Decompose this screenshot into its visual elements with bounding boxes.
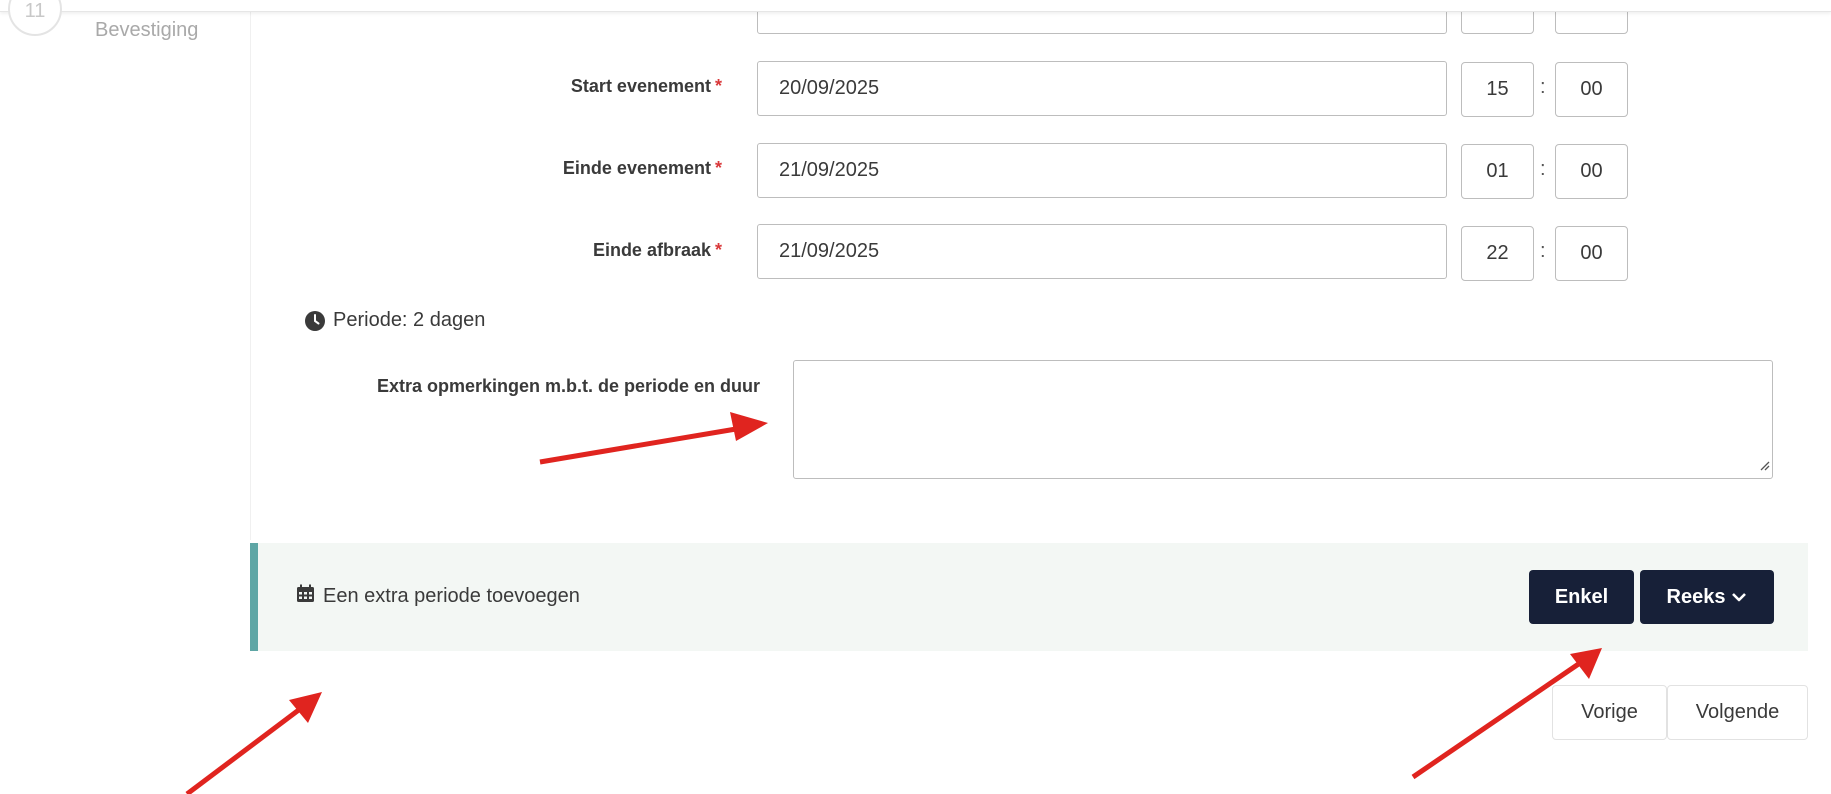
time-separator: : [1540, 158, 1546, 180]
series-dropdown-button[interactable]: Reeks [1640, 570, 1774, 624]
end-event-date-input[interactable]: 21/09/2025 [757, 143, 1447, 198]
end-teardown-label-text: Einde afbraak [592, 240, 711, 260]
step-label: Bevestiging [95, 19, 199, 41]
end-teardown-date-input[interactable]: 21/09/2025 [757, 224, 1447, 279]
top-bar [0, 0, 1831, 12]
extra-period-title-text: Een extra periode toevoegen [323, 585, 580, 607]
end-teardown-hour-input[interactable]: 22 [1461, 226, 1534, 281]
end-event-label-text: Einde evenement [562, 158, 711, 178]
previous-button[interactable]: Vorige [1552, 685, 1667, 740]
remarks-label: Extra opmerkingen m.b.t. de periode en d… [376, 376, 760, 396]
time-separator: : [1540, 76, 1546, 98]
start-event-hour-input[interactable]: 15 [1461, 62, 1534, 117]
start-event-date-input[interactable]: 20/09/2025 [757, 61, 1447, 116]
single-button[interactable]: Enkel [1529, 570, 1634, 624]
end-teardown-minute-input[interactable]: 00 [1555, 226, 1628, 281]
period-summary: Periode: 2 dagen [305, 309, 485, 332]
content-divider [250, 0, 251, 540]
calendar-icon [296, 584, 315, 609]
chevron-down-icon [1731, 586, 1747, 609]
start-event-label-text: Start evenement [570, 76, 711, 96]
time-separator: : [1540, 240, 1546, 262]
series-button-label: Reeks [1666, 585, 1726, 608]
required-mark: * [714, 240, 722, 260]
extra-period-title: Een extra periode toevoegen [296, 584, 580, 609]
required-mark: * [714, 76, 722, 96]
single-button-label: Enkel [1554, 585, 1609, 608]
end-event-hour-input[interactable]: 01 [1461, 144, 1534, 199]
resize-grip-icon[interactable] [1758, 458, 1770, 476]
start-event-minute-input[interactable]: 00 [1555, 62, 1628, 117]
period-text: Periode: 2 dagen [333, 309, 486, 331]
clock-icon [305, 310, 325, 331]
end-event-label: Einde evenement * [420, 158, 722, 179]
next-button[interactable]: Volgende [1667, 685, 1808, 740]
end-teardown-label: Einde afbraak * [420, 240, 722, 261]
next-button-label: Volgende [1695, 701, 1780, 723]
previous-button-label: Vorige [1581, 701, 1638, 723]
end-event-minute-input[interactable]: 00 [1555, 144, 1628, 199]
start-event-label: Start evenement * [420, 76, 722, 97]
remarks-textarea[interactable] [793, 360, 1773, 479]
required-mark: * [714, 158, 722, 178]
step-number-circle: 11 [8, 0, 62, 36]
extra-period-panel: Een extra periode toevoegen Enkel Reeks [250, 543, 1808, 651]
